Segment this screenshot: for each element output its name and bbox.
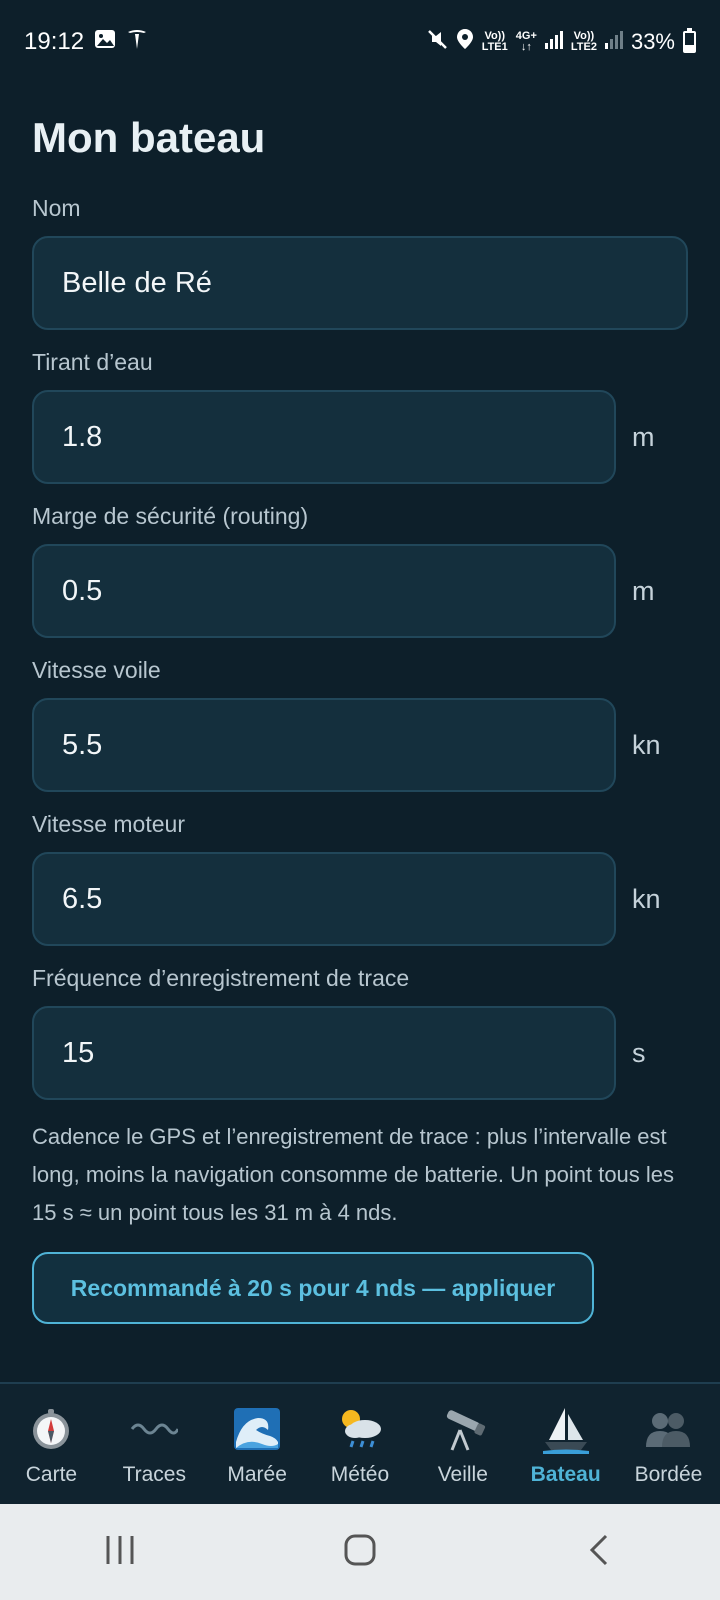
weather-icon: [335, 1401, 385, 1457]
safety-margin-unit: m: [632, 575, 655, 606]
sail-speed-unit: kn: [632, 729, 661, 760]
nav-maree[interactable]: Marée: [207, 1401, 307, 1487]
safety-margin-input[interactable]: 0.5: [32, 544, 616, 638]
battery-percent: 33%: [630, 29, 675, 54]
image-icon: [94, 28, 116, 57]
compass-icon: [29, 1401, 73, 1457]
nav-label-meteo: Météo: [330, 1463, 390, 1486]
crew-icon: [643, 1401, 693, 1457]
sim1-indicator: Vo)) LTE1: [482, 31, 508, 53]
nav-label-bateau: Bateau: [530, 1463, 601, 1486]
back-icon[interactable]: [580, 1530, 620, 1575]
field-track-frequency: Fréquence d’enregistrement de trace 15 s: [32, 958, 688, 1100]
nav-meteo[interactable]: Météo: [310, 1401, 410, 1487]
draft-input[interactable]: 1.8: [32, 390, 616, 484]
status-bar: 19:12 Vo)) LTE1 4G+ ↓↑ Vo)) LTE2 33%: [0, 0, 720, 84]
draft-label: Tirant d’eau: [32, 348, 153, 375]
nav-label-carte: Carte: [25, 1463, 78, 1486]
system-navigation-bar: [0, 1504, 720, 1600]
net-bottom: ↓↑: [520, 41, 532, 53]
signal-icon: [544, 29, 563, 55]
bottom-nav: Carte Traces Marée Météo Veille Bateau B…: [0, 1382, 720, 1504]
sail-speed-input[interactable]: 5.5: [32, 698, 616, 792]
safety-margin-label: Marge de sécurité (routing): [32, 502, 309, 529]
draft-unit: m: [632, 421, 655, 452]
network-indicator: 4G+ ↓↑: [516, 31, 537, 53]
name-input[interactable]: Belle de Ré: [32, 236, 688, 330]
nav-bordee[interactable]: Bordée: [618, 1401, 718, 1487]
sailboat-icon: [541, 1401, 591, 1457]
field-motor-speed: Vitesse moteur 6.5 kn: [32, 804, 688, 946]
field-draft: Tirant d’eau 1.8 m: [32, 342, 688, 484]
tesla-icon: [126, 28, 148, 57]
nav-label-maree: Marée: [227, 1463, 287, 1486]
nav-label-veille: Veille: [437, 1463, 488, 1486]
battery-fill: [685, 45, 694, 51]
wave-line-icon: [130, 1401, 179, 1457]
sim2-indicator: Vo)) LTE2: [571, 31, 597, 53]
recent-apps-icon[interactable]: [100, 1530, 140, 1575]
signal-weak-icon: [604, 29, 623, 55]
motor-speed-input[interactable]: 6.5: [32, 852, 616, 946]
home-icon[interactable]: [340, 1530, 380, 1575]
nav-label-bordee: Bordée: [634, 1463, 703, 1486]
field-sail-speed: Vitesse voile 5.5 kn: [32, 650, 688, 792]
apply-recommendation-button[interactable]: Recommandé à 20 s pour 4 nds — appliquer: [32, 1252, 594, 1324]
motor-speed-unit: kn: [632, 883, 661, 914]
field-safety-margin: Marge de sécurité (routing) 0.5 m: [32, 496, 688, 638]
nav-veille[interactable]: Veille: [413, 1401, 513, 1487]
sim2-bottom: LTE2: [570, 41, 597, 53]
battery-icon: [683, 28, 696, 53]
track-frequency-input[interactable]: 15: [32, 1006, 616, 1100]
track-frequency-unit: s: [632, 1037, 646, 1068]
nav-carte[interactable]: Carte: [1, 1401, 101, 1487]
settings-form: Mon bateau Nom Belle de Ré Tirant d’eau …: [32, 84, 688, 1324]
field-name: Nom Belle de Ré: [32, 188, 688, 330]
name-label: Nom: [32, 194, 81, 221]
track-frequency-help: Cadence le GPS et l’enregistrement de tr…: [32, 1124, 675, 1225]
track-frequency-label: Fréquence d’enregistrement de trace: [32, 964, 410, 991]
nav-label-traces: Traces: [122, 1463, 186, 1486]
telescope-icon: [438, 1401, 488, 1457]
water-wave-icon: [232, 1401, 282, 1457]
page-title: Mon bateau: [32, 114, 266, 161]
sim1-bottom: LTE1: [481, 41, 508, 53]
nav-bateau[interactable]: Bateau: [516, 1401, 616, 1487]
motor-speed-label: Vitesse moteur: [32, 810, 185, 837]
sail-speed-label: Vitesse voile: [32, 656, 161, 683]
location-icon: [456, 28, 474, 56]
mute-icon: [426, 28, 448, 56]
clock: 19:12: [24, 28, 85, 55]
nav-traces[interactable]: Traces: [104, 1401, 204, 1487]
